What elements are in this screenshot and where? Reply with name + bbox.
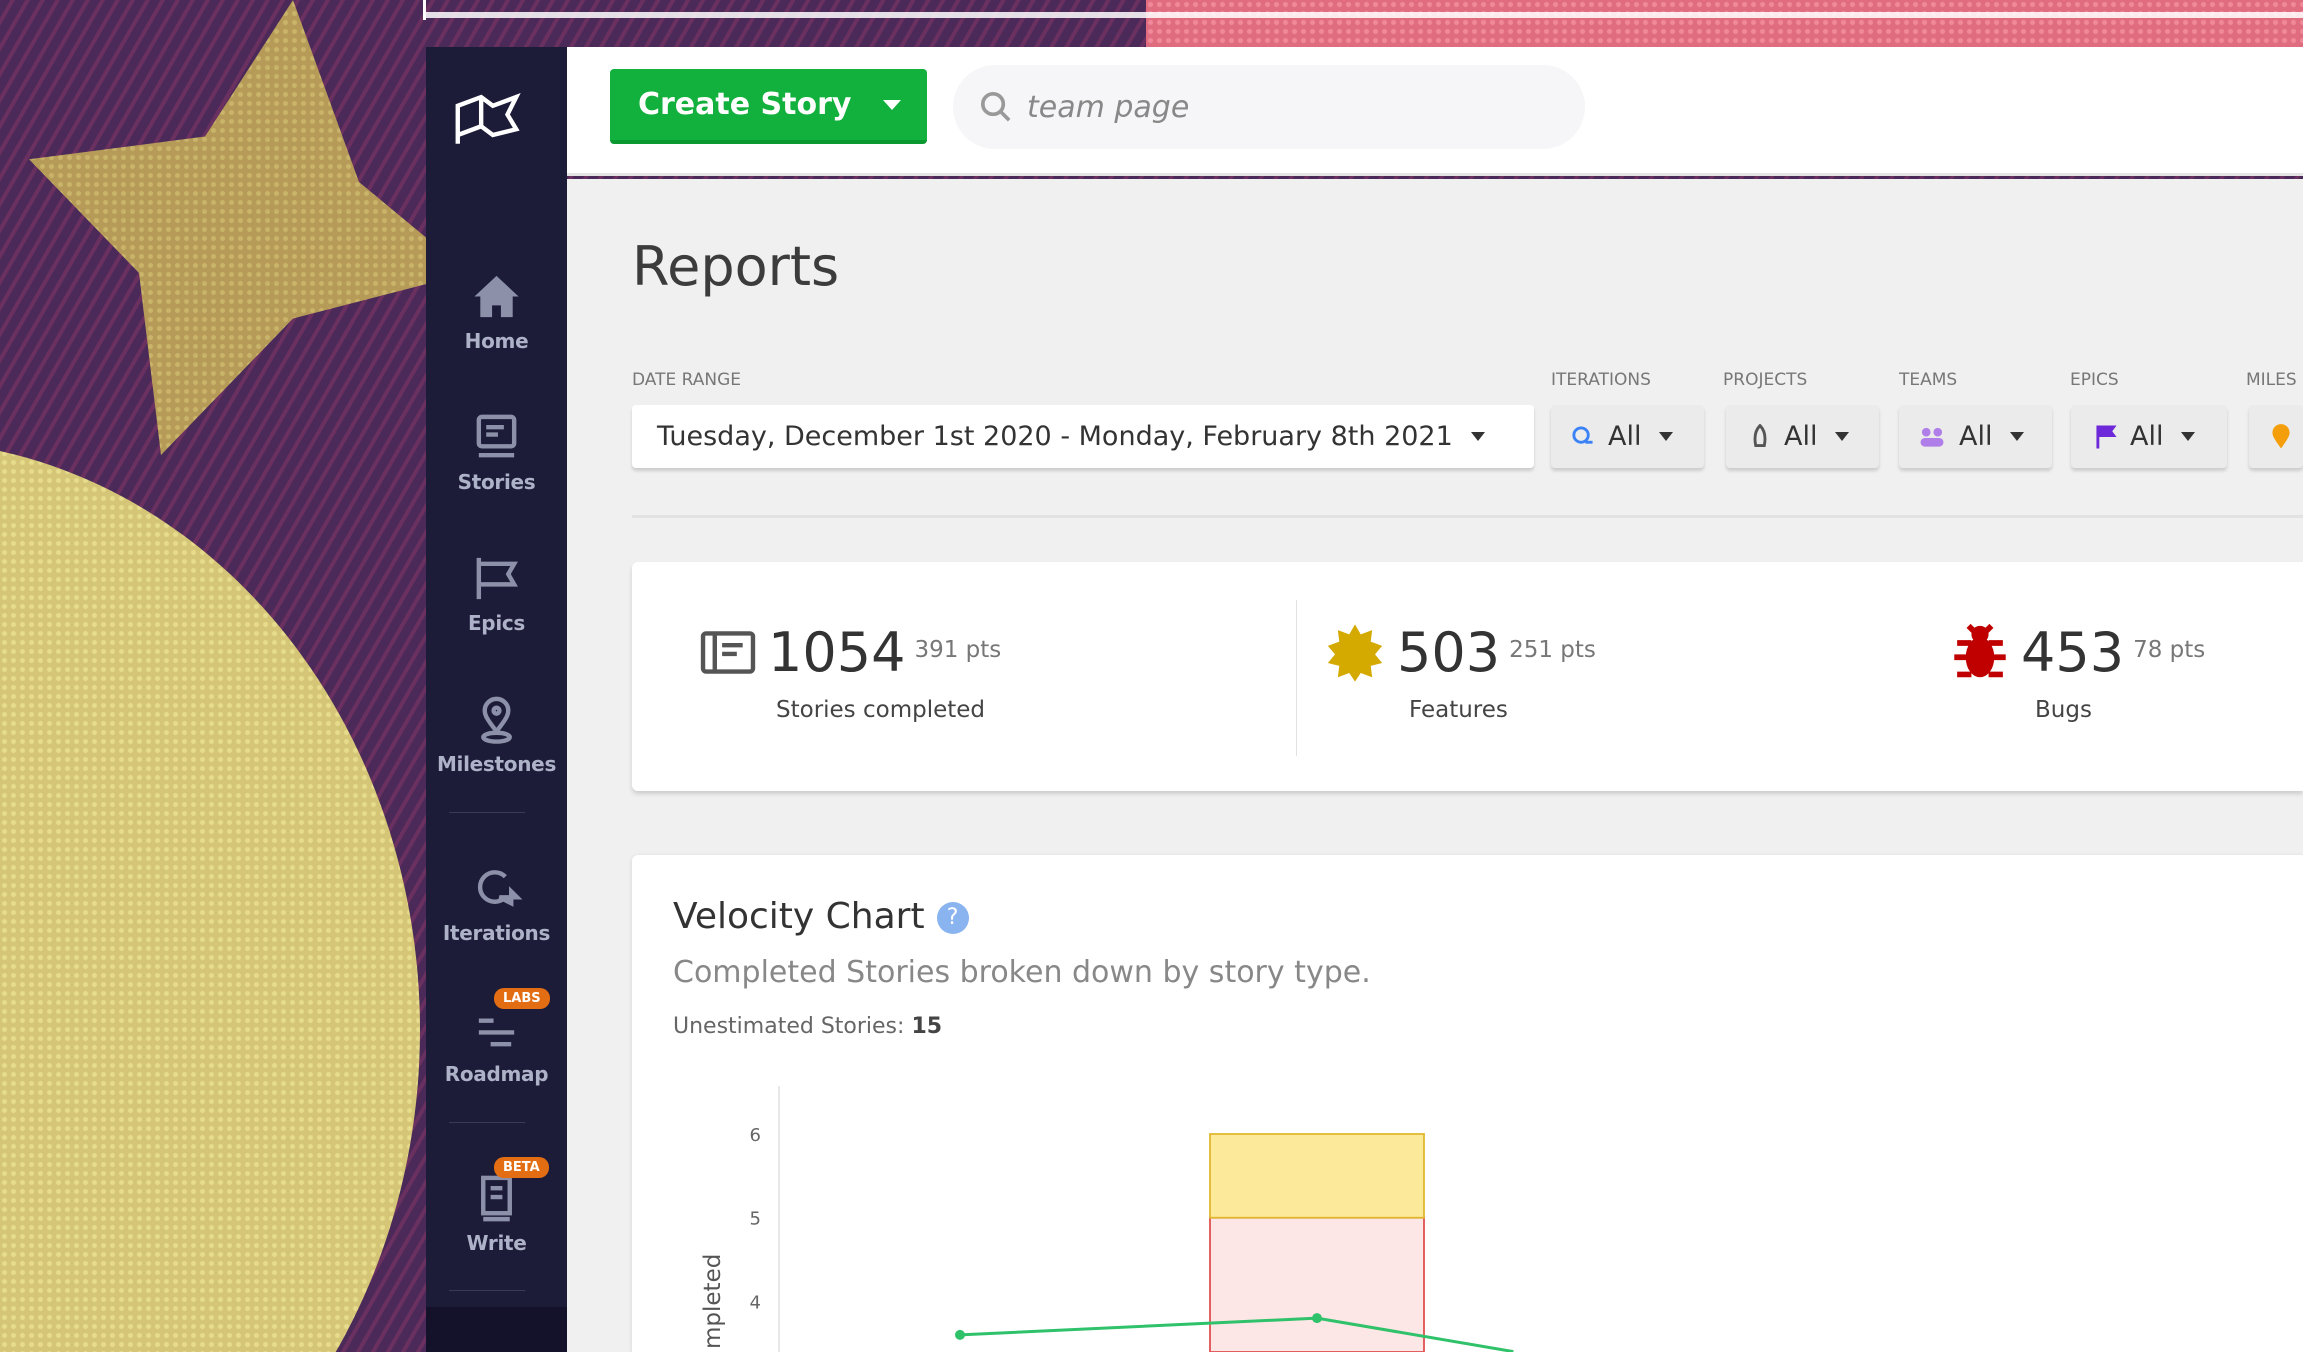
chart-title: Velocity Chart? bbox=[673, 896, 969, 937]
sidebar-item-milestones[interactable]: Milestones bbox=[426, 693, 567, 776]
divider bbox=[449, 1290, 525, 1291]
labs-badge: LABS bbox=[494, 988, 550, 1009]
reports-page: Reports DATE RANGE Tuesday, December 1st… bbox=[567, 179, 2303, 1352]
divider bbox=[449, 1122, 525, 1123]
sidebar-footer bbox=[426, 1307, 567, 1352]
background-art bbox=[423, 12, 2303, 18]
team-icon bbox=[1920, 427, 1944, 447]
help-icon[interactable]: ? bbox=[936, 902, 969, 934]
iterations-dropdown[interactable]: All bbox=[1551, 405, 1704, 468]
rocket-icon bbox=[1753, 423, 1767, 447]
stats-summary: 1054 391 pts Stories completed 503 251 pts… bbox=[632, 562, 2303, 791]
sidebar-item-home[interactable]: Home bbox=[426, 270, 567, 353]
sidebar-item-roadmap[interactable]: LABS Roadmap bbox=[426, 988, 567, 1086]
epics-label: EPICS bbox=[2070, 370, 2119, 390]
date-range-dropdown[interactable]: Tuesday, December 1st 2020 - Monday, Feb… bbox=[632, 405, 1534, 468]
projects-dropdown[interactable]: All bbox=[1726, 405, 1879, 468]
projects-label: PROJECTS bbox=[1723, 370, 1808, 390]
create-story-button[interactable]: Create Story bbox=[610, 69, 927, 144]
bar-segment-feature bbox=[1209, 1133, 1425, 1219]
teams-label: TEAMS bbox=[1899, 370, 1958, 390]
roadmap-icon bbox=[478, 1018, 515, 1047]
sidebar: Home Stories Epics Milestones Iterations… bbox=[426, 47, 567, 1352]
chevron-down-icon bbox=[2010, 432, 2025, 441]
sidebar-item-write[interactable]: BETA Write bbox=[426, 1157, 567, 1255]
bug-icon bbox=[1954, 623, 2006, 677]
search-icon bbox=[981, 92, 1011, 122]
velocity-chart-card: 4 5 6 mpleted Velocity Chart? Completed Sto… bbox=[632, 855, 2303, 1352]
epics-dropdown[interactable]: All bbox=[2071, 405, 2227, 468]
background-art bbox=[1146, 0, 2303, 47]
sidebar-item-stories[interactable]: Stories bbox=[426, 411, 567, 494]
beta-badge: BETA bbox=[494, 1157, 549, 1178]
milestones-dropdown[interactable] bbox=[2249, 405, 2303, 468]
iterations-label: ITERATIONS bbox=[1551, 370, 1651, 390]
page-title: Reports bbox=[632, 235, 840, 298]
teams-dropdown[interactable]: All bbox=[1899, 405, 2052, 468]
date-range-value: Tuesday, December 1st 2020 - Monday, Feb… bbox=[657, 421, 1453, 452]
chevron-down-icon bbox=[2181, 432, 2196, 441]
sidebar-item-iterations[interactable]: Iterations bbox=[426, 862, 567, 945]
story-card-icon bbox=[700, 631, 756, 674]
iteration-icon bbox=[1572, 426, 1593, 444]
date-range-label: DATE RANGE bbox=[632, 370, 742, 390]
stat-features: 503 251 pts Features bbox=[1325, 621, 1596, 723]
line-point bbox=[955, 1329, 965, 1340]
milestones-label: MILES bbox=[2246, 370, 2297, 390]
iteration-cycle-icon bbox=[477, 870, 523, 907]
stat-stories-completed: 1054 391 pts Stories completed bbox=[700, 621, 1001, 723]
divider bbox=[1296, 600, 1297, 756]
map-pin-icon bbox=[481, 696, 512, 744]
background-art bbox=[0, 440, 420, 1352]
chart-subtitle: Completed Stories broken down by story t… bbox=[673, 955, 1371, 990]
sidebar-item-epics[interactable]: Epics bbox=[426, 552, 567, 635]
epics-flag-icon bbox=[476, 557, 518, 600]
y-tick-label: 5 bbox=[750, 1209, 761, 1230]
line-point bbox=[1312, 1313, 1322, 1324]
stat-bugs: 453 78 pts Bugs bbox=[1951, 621, 2205, 723]
background-art bbox=[29, 0, 469, 455]
logo-flag-icon[interactable] bbox=[449, 85, 525, 150]
divider bbox=[449, 812, 525, 813]
map-pin-icon bbox=[2272, 423, 2290, 448]
search-bar[interactable] bbox=[953, 65, 1585, 149]
chevron-down-icon bbox=[1835, 432, 1850, 441]
divider bbox=[632, 515, 2303, 518]
screen: Home Stories Epics Milestones Iterations… bbox=[0, 0, 2303, 1352]
stories-icon bbox=[476, 414, 517, 458]
chevron-down-icon[interactable] bbox=[883, 99, 901, 110]
chevron-down-icon bbox=[1659, 432, 1674, 441]
background-art bbox=[423, 0, 426, 20]
feature-star-icon bbox=[1327, 623, 1383, 682]
unestimated-stories: Unestimated Stories: 15 bbox=[673, 1014, 943, 1039]
top-bar: Create Story bbox=[567, 47, 2303, 176]
write-doc-icon bbox=[481, 1175, 512, 1222]
home-icon bbox=[474, 275, 519, 318]
y-axis-label: mpleted bbox=[700, 1254, 726, 1349]
search-input[interactable] bbox=[1027, 89, 1507, 125]
y-tick-label: 4 bbox=[750, 1292, 761, 1313]
y-tick-label: 6 bbox=[750, 1125, 761, 1146]
chevron-down-icon bbox=[1470, 432, 1485, 441]
epic-flag-icon bbox=[2096, 425, 2117, 448]
